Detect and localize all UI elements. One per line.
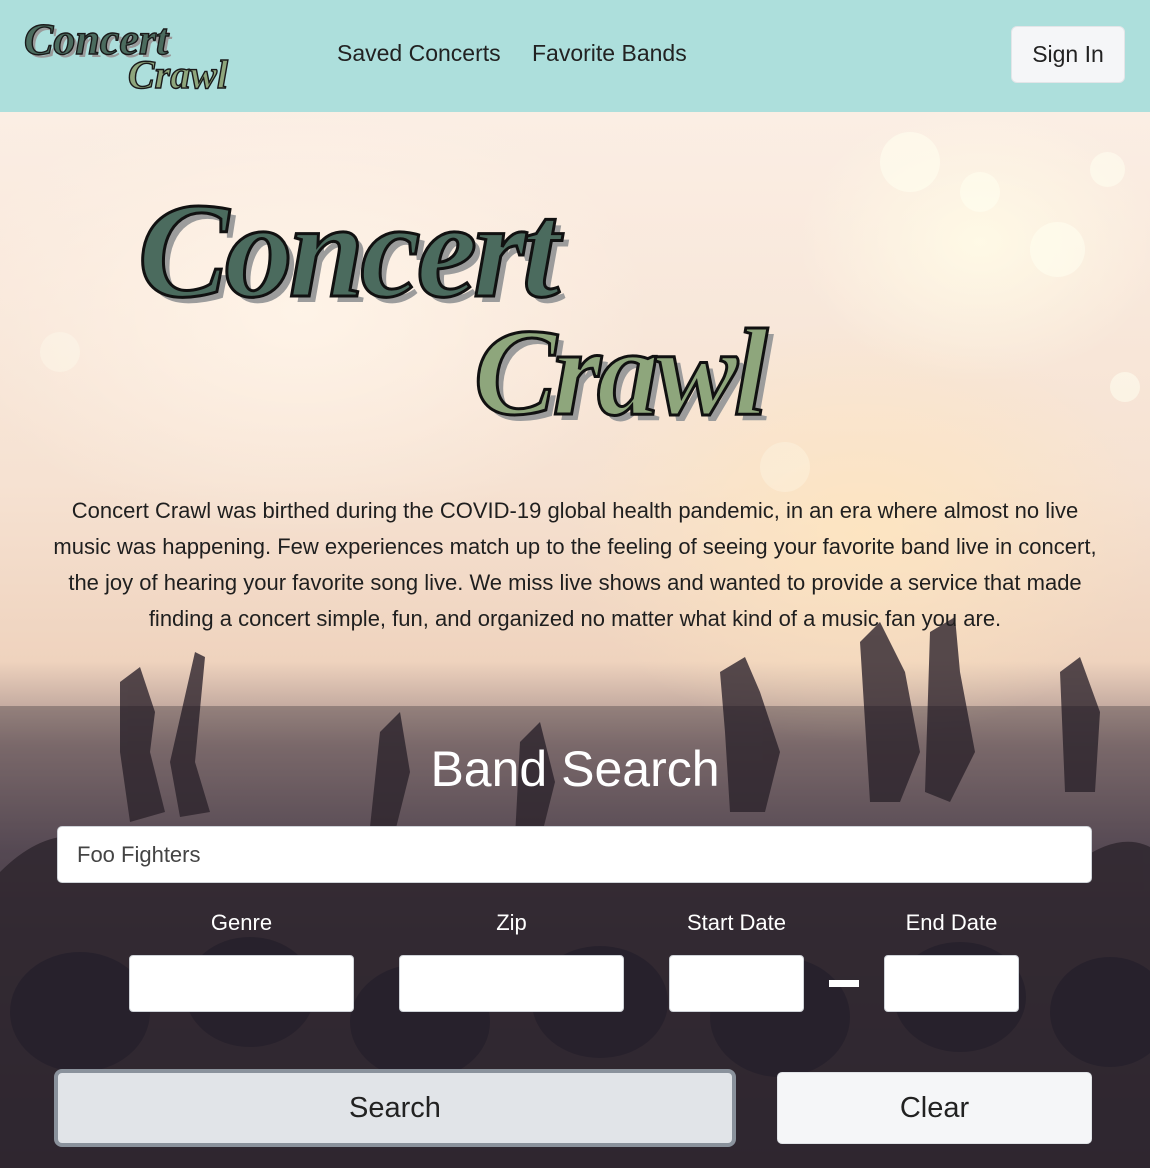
search-button[interactable]: Search: [54, 1069, 736, 1147]
genre-label: Genre: [210, 910, 273, 935]
date-range-dash: [829, 980, 859, 987]
concert-crawl-logo: Concert Concert Crawl Crawl: [137, 180, 779, 440]
zip-label: Zip: [496, 910, 527, 935]
about-text: Concert Crawl was birthed during the COV…: [53, 498, 1097, 631]
navbar: Concert Concert Crawl Saved Concerts Fav…: [0, 0, 1150, 112]
zip-input[interactable]: [399, 955, 624, 1012]
big-logo-bottom: Crawl: [474, 304, 769, 440]
band-search-title: Band Search: [430, 741, 720, 797]
sign-in-button[interactable]: Sign In: [1011, 26, 1125, 83]
end-date-input[interactable]: [884, 955, 1019, 1012]
nav-link-saved-concerts[interactable]: Saved Concerts: [337, 40, 501, 67]
nav-logo[interactable]: Concert Concert Crawl: [20, 10, 305, 100]
start-date-label: Start Date: [686, 910, 787, 935]
end-date-label: End Date: [905, 910, 998, 935]
nav-logo-bottom: Crawl: [128, 52, 229, 97]
genre-input[interactable]: [129, 955, 354, 1012]
clear-button[interactable]: Clear: [777, 1072, 1092, 1144]
band-search-input[interactable]: [57, 826, 1092, 883]
nav-link-favorite-bands[interactable]: Favorite Bands: [532, 40, 687, 67]
start-date-input[interactable]: [669, 955, 804, 1012]
